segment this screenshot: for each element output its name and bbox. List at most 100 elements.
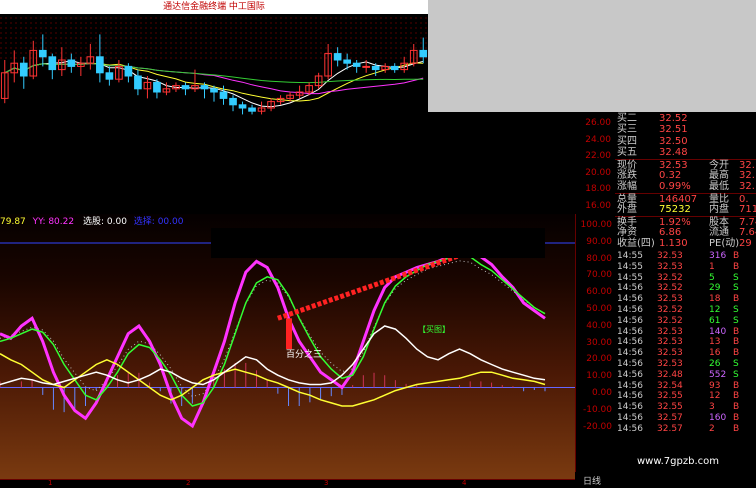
tick-row[interactable]: 14:56 32.55 12 B	[615, 391, 756, 402]
tick-cell: B	[733, 348, 740, 359]
tick-cell: B	[733, 391, 740, 402]
tick-row[interactable]: 14:56 32.53 26 S	[615, 359, 756, 370]
price-axis-tick: 22.00	[585, 151, 611, 161]
indicator-axis: 100.00 90.00 80.00 70.00 60.00 50.00 40.00 30.0…	[575, 214, 616, 479]
tick-cell: 13	[709, 337, 721, 348]
tick-row[interactable]: 14:56 32.52 12 S	[615, 305, 756, 316]
price-axis-tick: 16.00	[585, 200, 611, 211]
quote-row: 总量 146407 量比 0.	[615, 192, 756, 205]
tick-cell: 61	[709, 315, 721, 326]
quote-cell: 1.92%	[659, 216, 691, 228]
tick-cell: 32.53	[657, 294, 683, 305]
candle-body	[67, 59, 76, 67]
indicator-axis-tick: 50.00	[586, 304, 612, 314]
tick-row[interactable]: 14:56 32.55 3 B	[615, 402, 756, 413]
tick-row[interactable]: 14:56 32.48 552 S	[615, 370, 756, 381]
candle-body	[390, 65, 399, 71]
indicator-axis-tick: 60.00	[586, 287, 612, 298]
tick-row[interactable]: 14:56 32.53 140 B	[615, 327, 756, 338]
price-axis-tick: 20.00	[585, 167, 611, 178]
candle-body	[333, 53, 342, 61]
tick-cell: 14:56	[617, 402, 643, 413]
indicator-series-line	[0, 254, 546, 407]
time-axis-tick: 4	[462, 479, 467, 487]
tick-cell: 140	[709, 326, 727, 337]
tick-cell: S	[733, 359, 739, 369]
tick-cell: 1	[709, 261, 715, 272]
tick-cell: 14:56	[617, 348, 643, 359]
annotation-zone-label: 【买图】	[418, 325, 450, 334]
tick-row[interactable]: 14:55 32.53 316 B	[615, 251, 756, 262]
tab-bar[interactable]	[575, 472, 756, 487]
tab-daily[interactable]: 日线	[583, 474, 601, 487]
tick-cell: B	[733, 413, 740, 423]
tick-cell: 14:56	[617, 283, 643, 294]
candle-body	[200, 85, 209, 90]
indicator-axis-tick: 80.00	[586, 253, 612, 264]
tick-cell: B	[733, 261, 740, 272]
tick-row[interactable]: 14:56 32.52 61 S	[615, 316, 756, 327]
tick-row[interactable]: 14:56 32.57 160 B	[615, 413, 756, 424]
signal-marker	[286, 318, 292, 350]
quote-cell: 买五	[617, 147, 637, 159]
tick-cell: 32.53	[657, 348, 683, 359]
quote-panel[interactable]: 买二 32.52 买三 32.51 买四 32.50 买五 32.48 现价 32.53 今开 32.…	[615, 112, 756, 487]
tick-cell: 32.53	[657, 359, 683, 369]
candle-body	[134, 75, 142, 90]
time-axis-tick: 1	[48, 479, 53, 487]
tick-cell: 14:56	[617, 359, 643, 369]
tick-row[interactable]: 14:55 32.52 5 S	[615, 273, 756, 284]
quote-cell: 32.	[739, 159, 755, 171]
tick-cell: S	[733, 315, 739, 326]
tick-row[interactable]: 14:56 32.53 16 B	[615, 348, 756, 359]
quote-cell: 32.52	[659, 113, 688, 124]
quote-cell: 买三	[617, 124, 637, 136]
quote-cell: 外盘	[617, 204, 637, 216]
tick-cell: 32.55	[657, 391, 683, 402]
indicator-axis-tick: -20.00	[582, 421, 612, 432]
price-axis-tick: 26.00	[585, 118, 611, 128]
quote-cell: PE(动)	[709, 238, 740, 250]
indicator-extra-value: 选择: 00.00	[133, 217, 184, 227]
quote-row: 涨幅 0.99% 最低 32.	[615, 181, 756, 192]
quote-cell: 涨跌	[617, 170, 637, 181]
candle-body	[38, 49, 47, 58]
quote-cell: 32.51	[659, 124, 688, 136]
candle-body	[238, 104, 247, 109]
tick-cell: 32.55	[657, 402, 683, 413]
quote-cell: 75232	[659, 204, 691, 216]
tick-cell: 32.53	[657, 326, 683, 337]
candle-body	[343, 59, 351, 64]
tick-cell: 32.53	[657, 337, 683, 348]
tick-row[interactable]: 14:56 32.54 93 B	[615, 381, 756, 392]
tick-cell: 26	[709, 359, 721, 369]
quote-row: 买二 32.52	[615, 113, 756, 124]
quote-cell: 29	[739, 238, 752, 250]
tick-cell: 14:56	[617, 337, 643, 348]
tick-cell: 14:56	[617, 326, 643, 337]
quote-cell: 现价	[617, 159, 637, 171]
tick-cell: 29	[709, 283, 721, 294]
tick-row[interactable]: 14:56 32.53 13 B	[615, 337, 756, 348]
tick-row[interactable]: 14:55 32.53 1 B	[615, 262, 756, 273]
indicator-axis-tick: 0.00	[591, 388, 612, 398]
price-axis-tick: 18.00	[585, 184, 611, 194]
tick-cell: 14:55	[617, 261, 643, 272]
indicator-axis-tick: 20.00	[586, 354, 612, 365]
candle-body	[352, 62, 361, 67]
tick-cell: B	[733, 326, 740, 337]
tick-cell: 32.54	[657, 380, 683, 391]
quote-cell: 32.50	[659, 135, 688, 147]
tick-cell: 12	[709, 391, 721, 402]
indicator-axis-tick: 100.00	[580, 220, 613, 230]
tick-row[interactable]: 14:56 32.53 18 B	[615, 294, 756, 305]
tick-cell: 552	[709, 369, 727, 380]
tick-row[interactable]: 14:56 32.57 2 B	[615, 424, 756, 435]
indicator-axis-tick: 40.00	[586, 320, 612, 331]
quote-cell: 7.64	[739, 227, 756, 238]
candle-body	[419, 49, 428, 58]
tick-row[interactable]: 14:56 32.52 29 S	[615, 283, 756, 294]
indicator-pick-value: 选股: 0.00	[82, 217, 127, 227]
redacted-box	[211, 228, 545, 258]
quote-cell: 32.53	[659, 159, 688, 171]
